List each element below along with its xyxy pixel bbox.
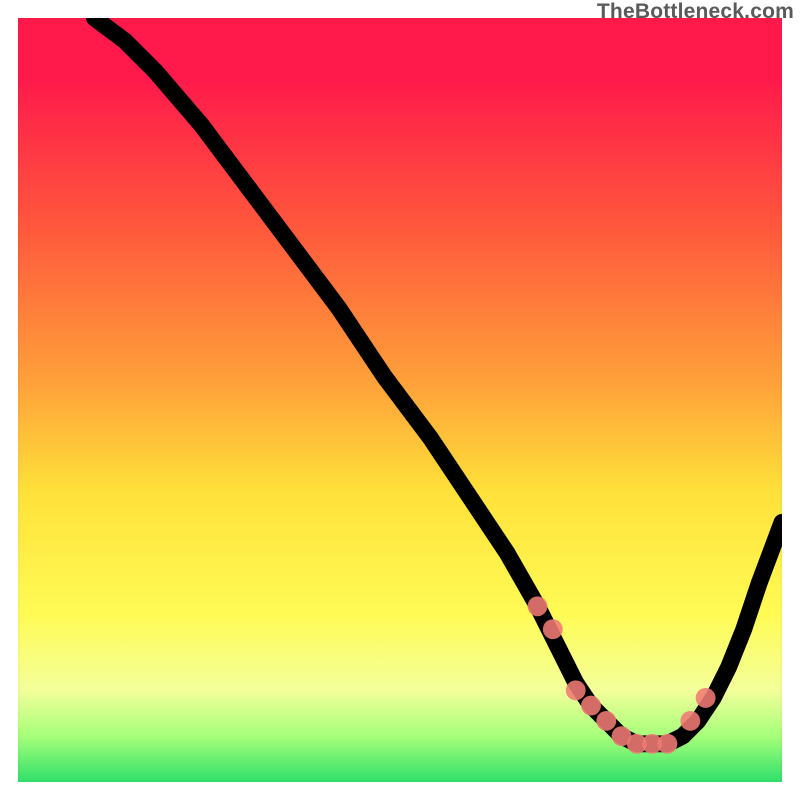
data-dot — [657, 734, 677, 754]
curve-overlay — [18, 18, 782, 782]
data-dot — [596, 711, 616, 731]
data-dot — [543, 619, 563, 639]
chart-container: TheBottleneck.com — [0, 0, 800, 800]
dot-group — [528, 596, 716, 753]
data-dot — [581, 696, 601, 716]
data-dot — [566, 680, 586, 700]
bottleneck-curve — [94, 18, 782, 744]
attribution-text: TheBottleneck.com — [597, 0, 794, 24]
data-dot — [680, 711, 700, 731]
data-dot — [696, 688, 716, 708]
plot-area — [18, 18, 782, 782]
data-dot — [528, 596, 548, 616]
